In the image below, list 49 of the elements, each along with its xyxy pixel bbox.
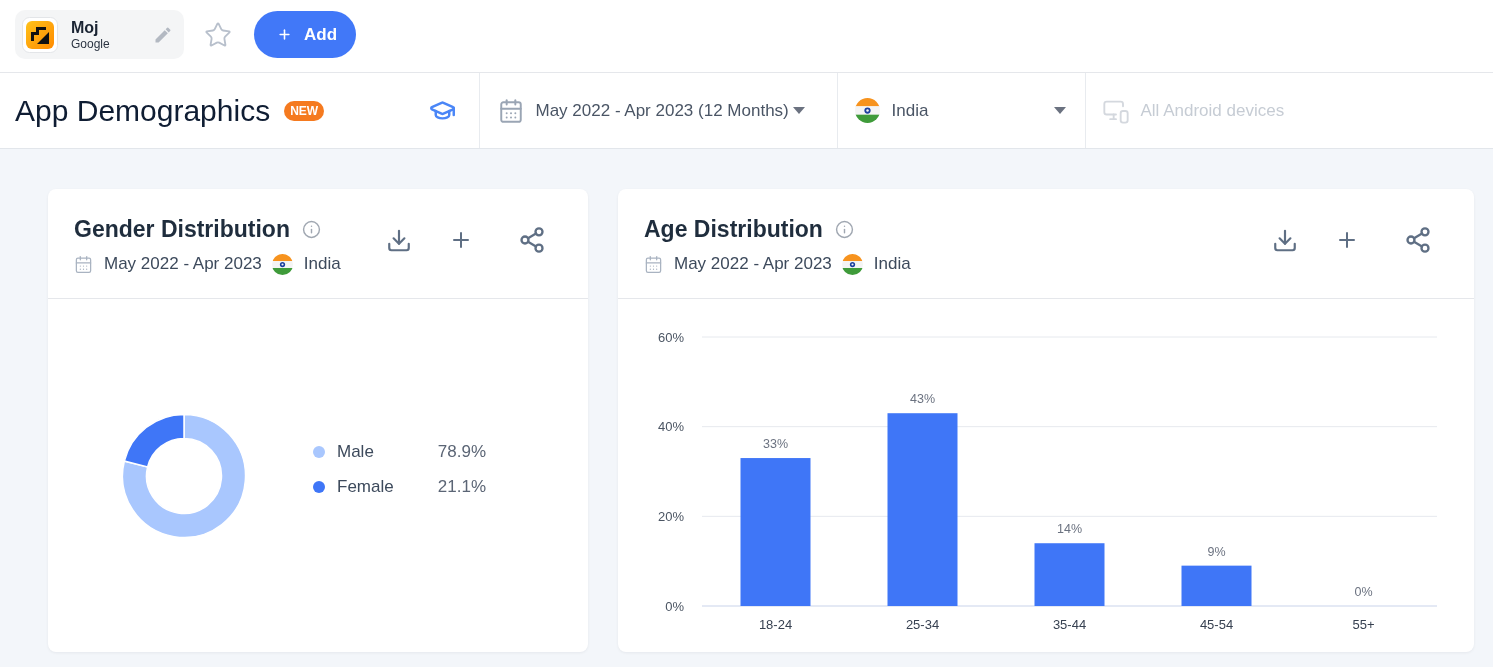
legend-label: Male [337,441,375,464]
y-axis-label: 60% [657,329,684,345]
country-dropdown[interactable]: India [836,73,1085,148]
bar [1181,565,1252,606]
plus-icon [277,27,292,42]
date-range-dropdown[interactable]: May 2022 - Apr 2023 (12 Months) [478,73,837,148]
calendar-icon [497,97,524,124]
date-range-text: May 2022 - Apr 2023 [104,253,262,276]
card-title: Age Distribution [644,215,823,243]
y-axis-label: 0% [665,598,684,614]
add-app-button[interactable]: Add [254,11,356,58]
star-icon[interactable] [204,21,232,49]
app-publisher: Google [71,36,111,52]
legend-value: 78.9% [436,441,486,464]
bar-value-label: 0% [1354,585,1373,599]
calendar-icon [644,254,663,274]
app-name: Moj [71,17,100,37]
flag-icon [841,253,863,275]
country-text: India [873,253,911,276]
x-axis-label: 55+ [1352,617,1375,632]
bar-value-label: 43% [910,392,935,407]
bar-value-label: 33% [763,437,788,452]
share-icon [518,226,546,254]
share-icon [1404,226,1432,254]
new-badge: NEW [284,100,325,121]
bar-value-label: 14% [1057,522,1082,537]
caret-down-icon [792,107,805,114]
flag-icon [271,253,293,275]
page-title: App Demographics [15,92,271,129]
y-axis-label: 20% [657,508,684,524]
caret-down-icon [1053,107,1066,114]
date-range-text: May 2022 - Apr 2023 [674,253,832,276]
calendar-icon [74,254,93,274]
x-axis-label: 35-44 [1052,617,1087,632]
legend-value: 21.1% [436,476,486,499]
app-selector[interactable]: Moj Google [15,10,184,59]
share-button[interactable] [518,226,546,254]
flag-icon [854,98,880,123]
y-axis-label: 40% [657,419,684,435]
x-axis-label: 25-34 [905,617,940,632]
country-text: India [303,253,341,276]
x-axis-label: 45-54 [1199,617,1234,632]
card-title: Gender Distribution [74,215,290,243]
legend-label: Female [337,476,395,499]
bar-value-label: 9% [1207,544,1226,559]
x-axis-label: 18-24 [758,617,793,632]
bar [1034,543,1105,606]
share-button[interactable] [1404,226,1432,254]
app-logo-icon [22,16,58,53]
